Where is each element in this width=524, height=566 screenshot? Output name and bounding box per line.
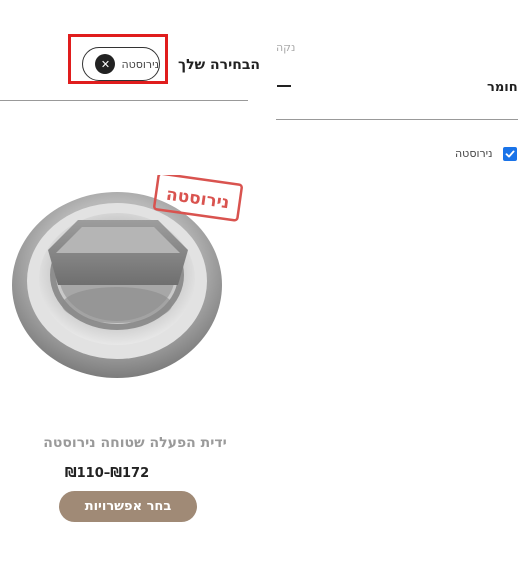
checkmark-icon bbox=[505, 150, 515, 158]
active-filter-label: נירוסטה bbox=[121, 57, 159, 71]
product-title[interactable]: ידית הפעלה שטוחה נירוסטה bbox=[0, 435, 270, 451]
divider bbox=[0, 100, 248, 101]
collapse-icon[interactable] bbox=[277, 85, 291, 87]
divider bbox=[276, 119, 518, 120]
select-options-button[interactable]: בחר אפשרויות bbox=[59, 491, 197, 522]
close-icon[interactable]: ✕ bbox=[95, 54, 116, 74]
stainless-option-label[interactable]: נירוסטה bbox=[455, 147, 493, 160]
material-section-title[interactable]: חומר bbox=[487, 80, 518, 95]
active-filter-chip[interactable]: ✕ נירוסטה bbox=[82, 47, 160, 81]
your-choice-title: הבחירה שלך bbox=[178, 57, 260, 73]
product-image[interactable]: נירוסטה bbox=[8, 175, 243, 380]
product-price: ₪110–₪172 bbox=[64, 466, 150, 481]
stainless-checkbox[interactable] bbox=[503, 147, 517, 161]
clear-filters-link[interactable]: נקה bbox=[276, 41, 295, 54]
